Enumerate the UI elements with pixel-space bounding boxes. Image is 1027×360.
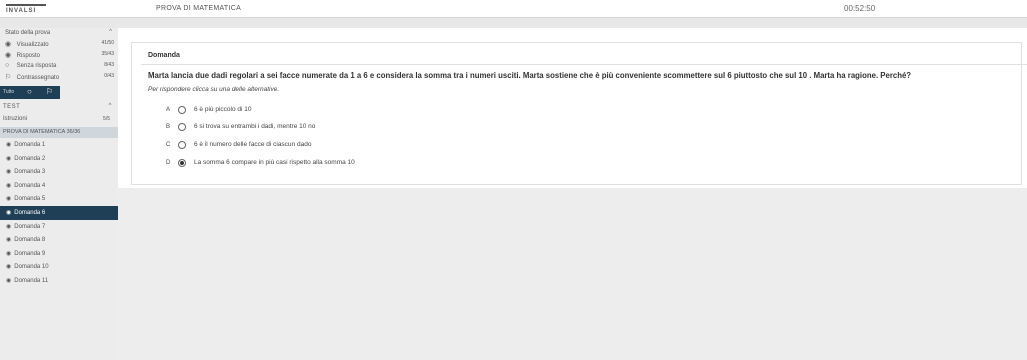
status-count: 35/43 — [101, 51, 114, 57]
question-item-1[interactable]: ◉ Domanda 1 — [0, 138, 118, 152]
filter-toolbar: Tutto ○ ⚐ — [0, 86, 118, 99]
status-row-answered: ◉ Risposto 35/43 — [0, 50, 118, 61]
question-label: Domanda 6 — [14, 209, 46, 216]
navigation-sidebar: Stato della prova ^ ◉ Visualizzato 41/50… — [0, 28, 118, 360]
status-section-header[interactable]: Stato della prova ^ — [0, 28, 118, 39]
status-label: Visualizzato — [16, 42, 49, 48]
status-label: Contrassegnato — [16, 75, 60, 81]
question-text: Marta lancia due dadi regolari a sei fac… — [148, 71, 912, 80]
option-letter: B — [166, 124, 171, 130]
option-letter: C — [166, 142, 171, 148]
collapse-caret-icon[interactable]: ^ — [109, 29, 112, 35]
option-text: 6 si trova su entrambi i dadi, mentre 10… — [194, 123, 316, 130]
question-label: Domanda 2 — [14, 155, 46, 162]
question-item-5[interactable]: ◉ Domanda 5 — [0, 192, 118, 206]
question-label: Domanda 9 — [14, 250, 46, 257]
status-row-viewed: ◉ Visualizzato 41/50 — [0, 39, 118, 50]
countdown-timer: 00:52:50 — [844, 4, 876, 13]
heading-divider — [141, 64, 1027, 65]
option-letter: A — [166, 107, 171, 113]
question-label: Domanda 1 — [14, 142, 46, 148]
question-item-10[interactable]: ◉ Domanda 10 — [0, 260, 118, 274]
math-section-header[interactable]: PROVA DI MATEMATICA 36/36 — [0, 127, 118, 138]
question-item-9[interactable]: ◉ Domanda 9 — [0, 247, 118, 261]
empty-content-area — [118, 188, 1027, 360]
question-item-8[interactable]: ◉ Domanda 8 — [0, 233, 118, 247]
test-title: PROVA DI MATEMATICA — [156, 5, 242, 12]
test-heading: TEST — [3, 104, 21, 110]
question-area: Domanda Marta lancia due dadi regolari a… — [118, 28, 1027, 188]
option-radio[interactable] — [178, 141, 186, 149]
instructions-label: Istruzioni — [3, 116, 28, 122]
answered-icon: ◉ — [6, 169, 12, 176]
question-item-11[interactable]: ◉ Domanda 11 — [0, 274, 118, 288]
answered-icon: ◉ — [6, 277, 12, 284]
flag-icon: ⚐ — [5, 74, 12, 81]
question-item-6[interactable]: ◉ Domanda 6 — [0, 205, 118, 220]
question-label: Domanda 11 — [14, 277, 49, 284]
answer-instruction: Per rispondere clicca su una delle alter… — [148, 86, 280, 93]
question-label: Domanda 5 — [14, 196, 46, 203]
option-text: 6 è il numero delle facce di ciascun dad… — [194, 141, 312, 148]
answered-icon: ◉ — [6, 182, 12, 189]
question-label: Domanda 8 — [14, 237, 46, 244]
question-item-4[interactable]: ◉ Domanda 4 — [0, 179, 118, 193]
option-text: La somma 6 compare in più casi rispetto … — [194, 159, 355, 166]
answered-icon: ◉ — [6, 237, 12, 244]
option-radio[interactable] — [178, 106, 186, 114]
filter-all-tab[interactable]: Tutto — [3, 89, 14, 95]
status-count: 8/43 — [104, 62, 114, 68]
collapse-caret-icon[interactable]: ^ — [109, 103, 112, 109]
status-label: Senza risposta — [16, 63, 57, 69]
filter-tabs: Tutto ○ ⚐ — [0, 86, 60, 99]
instructions-item[interactable]: Istruzioni 5/5 — [0, 113, 118, 124]
question-item-7[interactable]: ◉ Domanda 7 — [0, 220, 118, 234]
status-row-flagged: ⚐ Contrassegnato 0/43 — [0, 72, 118, 83]
option-text: 6 è più piccolo di 10 — [194, 106, 252, 113]
invalsi-logo: INVALSI — [6, 4, 46, 18]
flag-filter-icon[interactable]: ⚐ — [46, 87, 53, 96]
question-label: Domanda 10 — [14, 264, 49, 271]
answered-icon: ◉ — [6, 155, 12, 162]
question-label: Domanda 7 — [14, 223, 46, 230]
answered-icon: ◉ — [6, 209, 12, 216]
answered-icon: ◉ — [6, 196, 12, 203]
answered-icon: ◉ — [6, 250, 12, 257]
status-count: 0/43 — [104, 73, 114, 79]
status-section-title: Stato della prova — [5, 30, 51, 36]
answered-icon: ◉ — [5, 52, 12, 59]
answered-icon: ◉ — [6, 142, 12, 148]
status-count: 41/50 — [101, 40, 114, 46]
answered-icon: ◉ — [6, 264, 12, 271]
option-radio-selected[interactable] — [178, 159, 186, 167]
question-item-3[interactable]: ◉ Domanda 3 — [0, 165, 118, 179]
status-row-unanswered: ○ Senza risposta 8/43 — [0, 61, 118, 72]
unanswered-filter-icon[interactable]: ○ — [27, 87, 32, 96]
question-item-2[interactable]: ◉ Domanda 2 — [0, 152, 118, 166]
top-bar: INVALSI PROVA DI MATEMATICA 00:52:50 — [0, 0, 1027, 18]
option-radio[interactable] — [178, 123, 186, 131]
question-label: Domanda 3 — [14, 169, 46, 176]
question-label: Domanda 4 — [14, 182, 46, 189]
question-heading: Domanda — [148, 52, 180, 59]
eye-icon: ◉ — [5, 41, 12, 48]
test-section-header[interactable]: TEST ^ — [0, 102, 118, 113]
instructions-count: 5/5 — [103, 116, 110, 122]
status-label: Risposto — [16, 53, 41, 59]
answered-icon: ◉ — [6, 223, 12, 230]
unanswered-icon: ○ — [5, 62, 10, 69]
option-letter: D — [166, 160, 171, 166]
